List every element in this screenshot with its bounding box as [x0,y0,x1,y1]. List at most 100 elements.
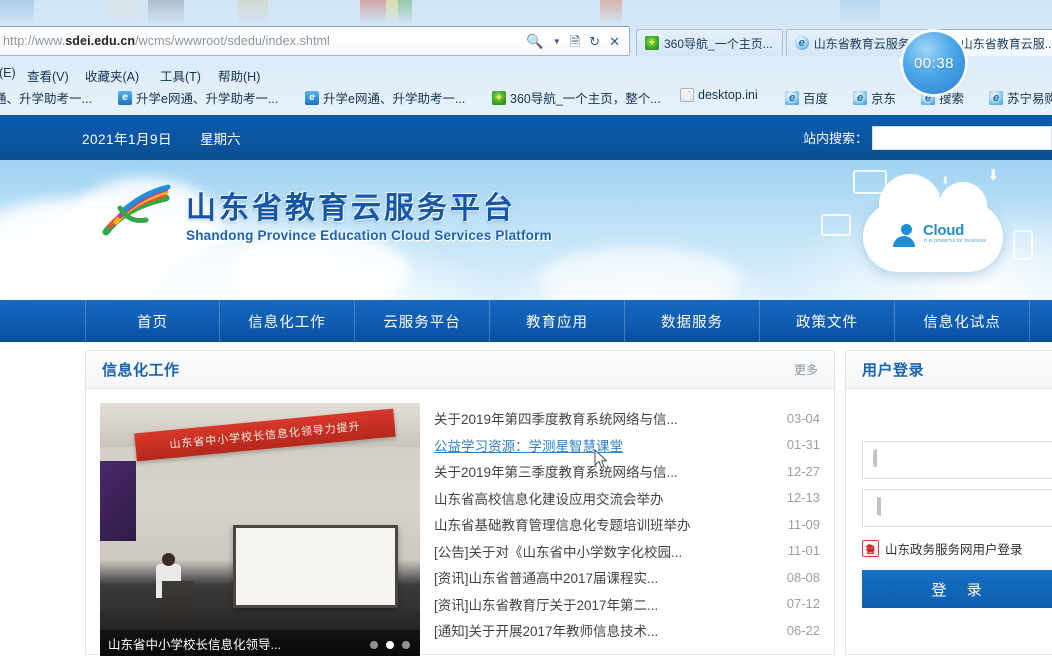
nav-item-pilot[interactable]: 信息化试点 [895,300,1030,342]
news-item-title: [通知]关于开展2017年教师信息技术... [434,624,659,640]
bookmark-label: 通、升学助考一... [0,92,92,106]
browser-menu-bar: (E) 查看(V) 收藏夹(A) 工具(T) 帮助(H) [0,60,1052,86]
bookmark-item[interactable]: desktop.ini [680,88,758,102]
nav-item-cloud[interactable]: 云服务平台 [355,300,490,342]
news-item[interactable]: [通知]关于开展2017年教师信息技术... 06-22 [434,617,820,644]
username-field[interactable] [862,441,1052,479]
nav-item-infowork[interactable]: 信息化工作 [220,300,355,342]
menu-item-view[interactable]: 查看(V) [22,63,74,88]
nav-item-eduapp[interactable]: 教育应用 [490,300,625,342]
nav-item-policy[interactable]: 政策文件 [760,300,895,342]
news-item-title: 山东省高校信息化建设应用交流会举办 [434,491,664,507]
bookmark-label: 360导航_一个主页，整个... [510,92,661,106]
login-panel: 用户登录 山东政务服务网用户登录 [845,350,1052,655]
gov-login-link[interactable]: 山东政务服务网用户登录 [862,539,1052,558]
browser-chrome: http://www.sdei.edu.cn/wcms/wwwroot/sded… [0,0,1052,115]
sxe-icon [305,90,319,105]
news-item[interactable]: 关于2019年第四季度教育系统网络与信... 03-04 [434,405,820,432]
chevron-down-icon[interactable]: ▼ [553,38,561,46]
site-search-area: 站内搜索： [803,115,1052,160]
bookmark-item[interactable]: 360导航_一个主页，整个... [492,88,661,107]
bookmark-item[interactable]: 升学e网通、升学助考一... [305,88,465,107]
site-logo-title-cn: 山东省教育云服务平台 [186,192,516,225]
titlebar-glass-bleed [0,0,1052,24]
url-prefix: http://www. [3,34,66,48]
menu-item-edit[interactable]: (E) [0,63,21,83]
panel-header: 信息化工作 更多 [86,351,834,389]
news-item-title: 公益学习资源：学测星智慧课堂 [434,438,623,454]
site-banner: 山东省教育云服务平台 Shandong Province Education C… [0,160,1052,300]
ie-icon [785,90,799,105]
menu-item-help[interactable]: 帮助(H) [213,63,265,88]
browser-tab-strip: 360导航_一个主页... 山东省教育云服务... 山东省教育云服... [636,26,1052,56]
news-item-date: 06-22 [786,622,820,638]
browser-tab-0[interactable]: 360导航_一个主页... [636,29,783,56]
user-avatar-icon [893,224,919,250]
carousel-dot[interactable] [386,641,394,649]
news-item[interactable]: 山东省高校信息化建设应用交流会举办 12-13 [434,485,820,512]
bookmark-item[interactable]: 通、升学助考一... [0,88,92,107]
cloud-word: Cloud [923,222,964,239]
url-path: /wcms/wwwroot/sdedu/index.shtml [135,34,330,48]
news-item-date: 08-08 [786,569,820,585]
bookmark-label: desktop.ini [698,88,758,102]
news-item-title: 山东省基础教育管理信息化专题培训班举办 [434,518,691,534]
bookmarks-bar: 通、升学助考一... 升学e网通、升学助考一... 升学e网通、升学助考一...… [0,88,1052,115]
news-item-date: 12-27 [786,463,820,479]
news-item[interactable]: 公益学习资源：学测星智慧课堂 01-31 [434,432,820,459]
cloud-illustration: ⬇ ⬇ ⬇ Cloud It is powerful for business [811,166,1046,298]
address-bar[interactable]: http://www.sdei.edu.cn/wcms/wwwroot/sded… [0,26,630,56]
username-input[interactable] [893,453,1052,467]
main-content: 信息化工作 更多 山东省中小学校长信息化领导力提升 山东省中小学校长信息化领导.… [0,342,1052,657]
bookmark-item[interactable]: 苏宁易购 [989,88,1052,107]
carousel-dot[interactable] [370,641,378,649]
browser-tab-label: 山东省教育云服... [960,36,1052,51]
address-bar-url[interactable]: http://www.sdei.edu.cn/wcms/wwwroot/sded… [0,34,526,48]
gov-login-label: 山东政务服务网用户登录 [885,543,1023,557]
carousel-dots [370,641,410,649]
news-item[interactable]: [资讯]山东省普通高中2017届课程实... 08-08 [434,564,820,591]
sxe-icon [118,90,132,105]
more-link[interactable]: 更多 [794,361,818,378]
bookmark-item[interactable]: 京东 [853,88,896,107]
news-item[interactable]: [资讯]山东省教育厅关于2017年第二... 07-12 [434,591,820,618]
news-carousel[interactable]: 山东省中小学校长信息化领导力提升 山东省中小学校长信息化领导... [100,403,420,656]
news-item-date: 11-01 [787,543,820,559]
bookmark-item[interactable]: 百度 [785,88,828,107]
login-submit-button[interactable]: 登 录 [862,570,1052,608]
news-item-date: 03-04 [786,410,820,426]
menu-item-favorites[interactable]: 收藏夹(A) [80,63,144,88]
site-search-label: 站内搜索： [802,131,868,146]
address-bar-icons: 🔍 ▼ 🗎 ↻ ✕ [526,34,629,48]
password-input[interactable] [893,501,1052,515]
infowork-panel: 信息化工作 更多 山东省中小学校长信息化领导力提升 山东省中小学校长信息化领导.… [85,350,835,656]
news-item-title: [公告]关于对《山东省中小学数字化校园... [434,544,683,560]
refresh-icon[interactable]: ↻ [589,35,600,48]
login-panel-header: 用户登录 [846,351,1052,389]
site-page: 2021年1月9日 星期六 站内搜索： 山东省教育云服务平台 Shandong … [0,115,1052,657]
site-logo-title-en: Shandong Province Education Cloud Servic… [186,228,552,243]
news-item[interactable]: 关于2019年第三季度教育系统网络与信... 12-27 [434,458,820,485]
browser-tab-label: 360导航_一个主页... [664,36,773,51]
site-topbar: 2021年1月9日 星期六 站内搜索： [0,115,1052,160]
ie-icon [794,36,809,50]
lock-icon [873,497,893,518]
nav-item-home[interactable]: 首页 [85,300,220,342]
bookmark-item[interactable]: 升学e网通、升学助考一... [118,88,278,107]
stop-icon[interactable]: ✕ [609,35,620,48]
search-icon[interactable]: 🔍 [526,34,543,48]
carousel-dot[interactable] [402,641,410,649]
login-panel-title: 用户登录 [862,362,925,379]
site-logo[interactable]: 山东省教育云服务平台 Shandong Province Education C… [100,182,552,244]
password-field[interactable] [862,489,1052,527]
news-item[interactable]: 山东省基础教育管理信息化专题培训班举办 11-09 [434,511,820,538]
news-item[interactable]: [公告]关于对《山东省中小学数字化校园... 11-01 [434,538,820,565]
site-search-input[interactable] [872,125,1052,150]
browser-tab-label: 山东省教育云服务... [813,36,920,51]
reading-view-icon[interactable]: 🗎 [570,35,580,48]
current-date: 2021年1月9日 [82,131,173,147]
user-icon [873,449,893,470]
menu-item-tools[interactable]: 工具(T) [155,63,206,88]
news-item-date: 12-13 [786,490,820,506]
nav-item-dataservice[interactable]: 数据服务 [625,300,760,342]
